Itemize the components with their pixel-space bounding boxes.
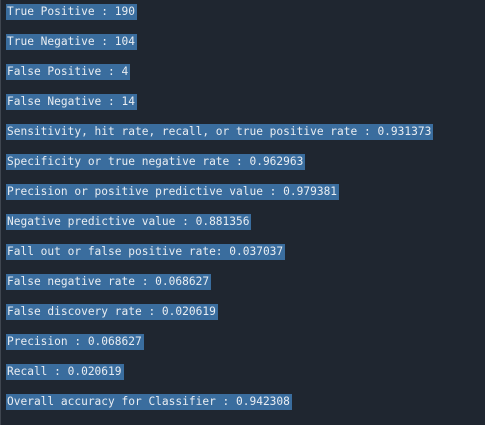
selected-text[interactable]: Sensitivity, hit rate, recall, or true p… (6, 124, 434, 140)
output-line-npv: Negative predictive value : 0.881356 (6, 214, 433, 244)
selected-text[interactable]: Specificity or true negative rate : 0.96… (6, 154, 306, 170)
output-line-false-positive: False Positive : 4 (6, 64, 433, 94)
output-line-false-negative-rate: False negative rate : 0.068627 (6, 274, 433, 304)
output-line-true-negative: True Negative : 104 (6, 34, 433, 64)
selected-text[interactable]: Precision : 0.068627 (6, 334, 144, 350)
output-line-specificity: Specificity or true negative rate : 0.96… (6, 154, 433, 184)
selected-text[interactable]: False Negative : 14 (6, 94, 137, 110)
output-line-precision-ppv: Precision or positive predictive value :… (6, 184, 433, 214)
selected-text[interactable]: True Negative : 104 (6, 34, 137, 50)
output-line-false-discovery-rate: False discovery rate : 0.020619 (6, 304, 433, 334)
selected-text[interactable]: Recall : 0.020619 (6, 364, 124, 380)
selected-text[interactable]: Precision or positive predictive value :… (6, 184, 340, 200)
output-lines: True Positive : 190 True Negative : 104 … (6, 4, 434, 424)
output-line-fall-out: Fall out or false positive rate: 0.03703… (6, 244, 433, 274)
selected-text[interactable]: True Positive : 190 (6, 4, 137, 20)
selected-text[interactable]: Negative predictive value : 0.881356 (6, 214, 252, 230)
output-line-false-negative: False Negative : 14 (6, 94, 433, 124)
selected-text[interactable]: False negative rate : 0.068627 (6, 274, 212, 290)
output-line-recall: Recall : 0.020619 (6, 364, 433, 394)
output-line-overall-accuracy: Overall accuracy for Classifier : 0.9423… (6, 394, 433, 424)
panel-left-border (0, 0, 1, 425)
selected-text[interactable]: Fall out or false positive rate: 0.03703… (6, 244, 286, 260)
terminal-output-panel[interactable]: True Positive : 190 True Negative : 104 … (0, 0, 485, 425)
selected-text[interactable]: False Positive : 4 (6, 64, 131, 80)
selected-text[interactable]: Overall accuracy for Classifier : 0.9423… (6, 394, 292, 410)
output-line-precision: Precision : 0.068627 (6, 334, 433, 364)
selected-text[interactable]: False discovery rate : 0.020619 (6, 304, 218, 320)
output-line-true-positive: True Positive : 190 (6, 4, 433, 34)
output-line-sensitivity: Sensitivity, hit rate, recall, or true p… (6, 124, 434, 154)
